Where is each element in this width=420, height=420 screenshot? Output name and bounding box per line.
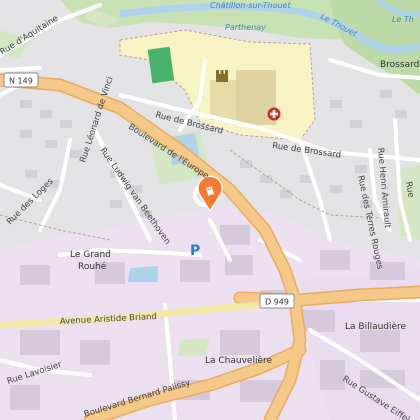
place-label-la-billaudiere: La Billaudière — [345, 321, 407, 332]
place-label-brossard: Brossard — [380, 60, 419, 70]
pond-south — [128, 266, 158, 282]
place-label-parthenay: Parthenay — [225, 23, 266, 32]
sports-pitch — [147, 46, 175, 84]
svg-text:N 149: N 149 — [9, 77, 33, 86]
shield-d949: D 949 — [259, 293, 295, 309]
map-canvas[interactable]: P Châtillon-sur-Thouet Parthenay Le Thou… — [0, 0, 420, 420]
map-svg: P Châtillon-sur-Thouet Parthenay Le Thou… — [0, 0, 420, 420]
place-label-la-chauveliere: La Chauvelière — [205, 355, 273, 366]
castle-icon — [216, 70, 228, 82]
shield-n149: N 149 — [3, 72, 39, 88]
parking-icon[interactable]: P — [190, 243, 200, 259]
green-south — [178, 338, 210, 356]
place-label-le-grand: Le Grand — [70, 250, 111, 260]
hospital-icon[interactable] — [267, 107, 281, 121]
river-label-le-thouet-top: Le Th — [392, 15, 414, 24]
place-label-rouhe: Rouhé — [78, 261, 107, 272]
svg-text:D 949: D 949 — [265, 298, 289, 307]
place-label-chatillon: Châtillon-sur-Thouet — [210, 1, 291, 10]
